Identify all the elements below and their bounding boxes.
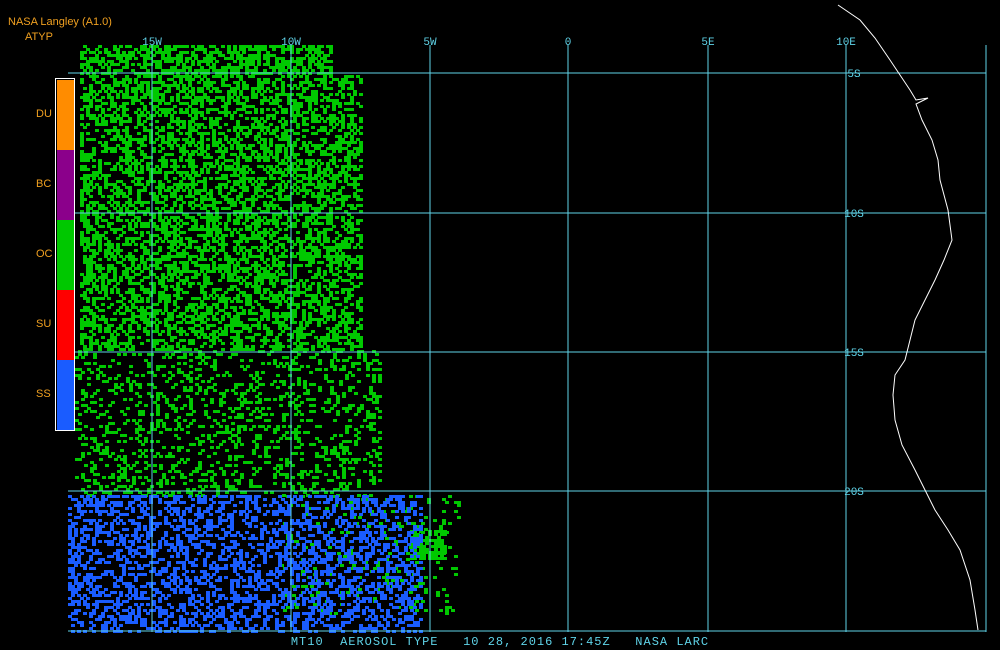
lat-label: 15S xyxy=(844,348,864,360)
oc-region-lower xyxy=(75,350,382,497)
legend-label-ss: SS xyxy=(36,388,51,400)
ss-region xyxy=(68,495,423,633)
source-title: NASA Langley (A1.0) xyxy=(8,16,112,28)
coastline xyxy=(837,4,979,631)
lon-label: 10E xyxy=(836,37,856,49)
legend-swatch-oc xyxy=(57,220,74,290)
lon-label: 10W xyxy=(281,37,301,49)
legend-label-oc: OC xyxy=(36,248,53,260)
map-footer: MT10 AEROSOL TYPE 10 28, 2016 17:45Z NAS… xyxy=(290,635,710,649)
legend-swatch-su xyxy=(57,290,74,360)
legend-swatch-du xyxy=(57,80,74,150)
product-code: ATYP xyxy=(25,31,53,43)
lat-label: 20S xyxy=(844,487,864,499)
lon-label: 0 xyxy=(565,37,572,49)
legend-swatch-ss xyxy=(57,360,74,430)
aerosol-type-map: 15W 10W 5W 0 5E 10E 5S 10S 15S 20S xyxy=(68,4,987,633)
color-legend xyxy=(55,78,75,431)
lat-label: 10S xyxy=(844,209,864,221)
lon-label: 5E xyxy=(701,37,715,49)
aerosol-pixels xyxy=(68,45,461,633)
lon-label: 15W xyxy=(142,37,162,49)
oc-region-top xyxy=(80,45,333,75)
legend-label-su: SU xyxy=(36,318,52,330)
lat-label: 5S xyxy=(847,69,861,81)
coastline-path xyxy=(837,4,979,631)
legend-swatch-bc xyxy=(57,150,74,220)
legend-label-du: DU xyxy=(36,108,52,120)
legend-label-bc: BC xyxy=(36,178,52,190)
lon-label: 5W xyxy=(423,37,437,49)
